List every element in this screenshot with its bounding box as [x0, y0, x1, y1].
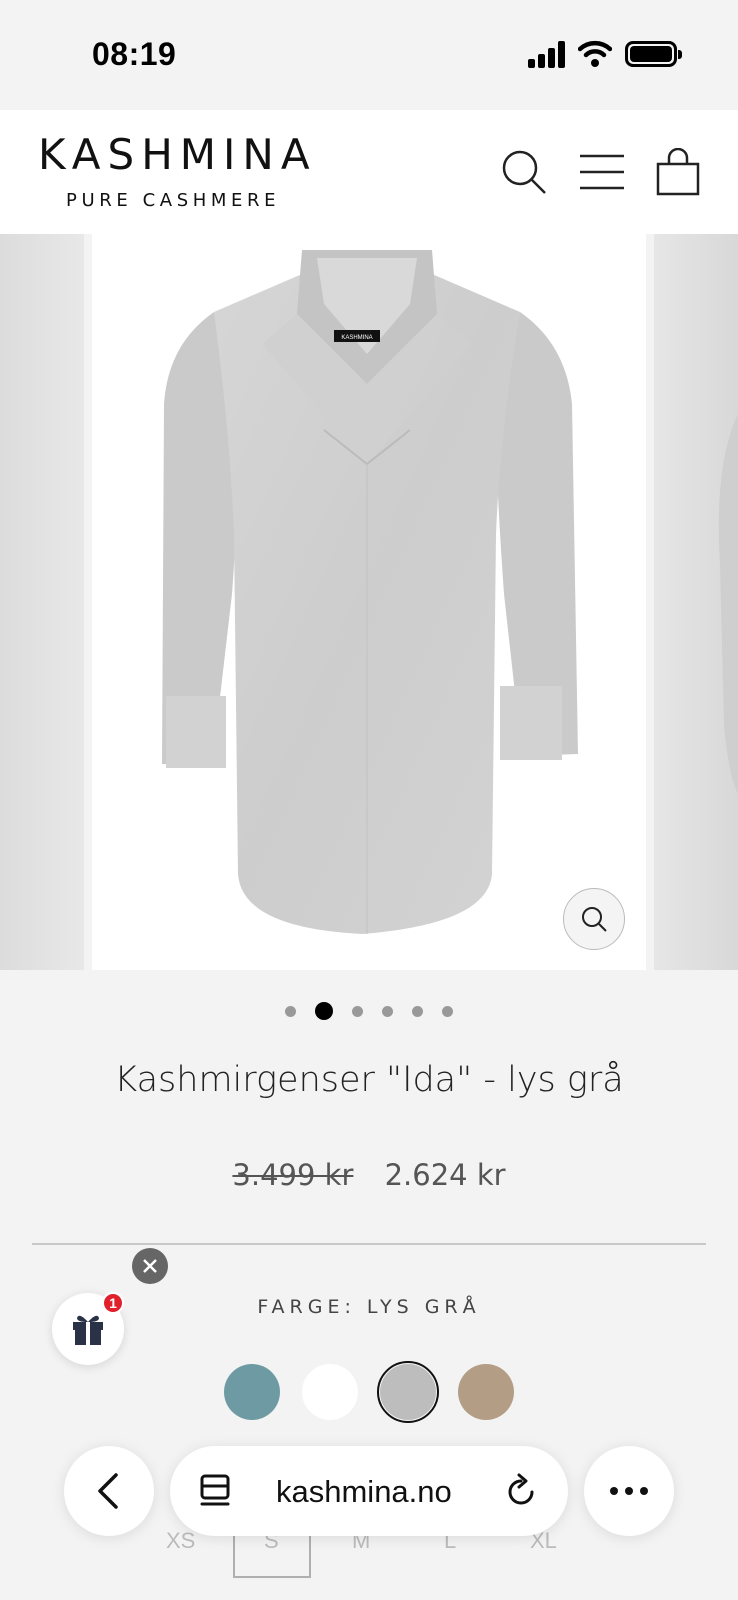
carousel-dot[interactable] [382, 1005, 393, 1017]
carousel-indicator[interactable] [0, 1000, 738, 1022]
url-text[interactable]: kashmina.no [276, 1474, 452, 1510]
close-gift-button[interactable] [132, 1248, 168, 1284]
divider [32, 1243, 706, 1245]
swatch-light-grey[interactable] [377, 1361, 439, 1423]
product-image[interactable]: KASHMINA [92, 234, 646, 970]
original-price: 3.499 kr [232, 1158, 354, 1192]
address-bar[interactable]: kashmina.no [170, 1446, 568, 1536]
brand-tagline: PURE CASHMERE [66, 190, 281, 211]
chevron-left-icon [98, 1473, 118, 1509]
close-icon [143, 1259, 157, 1273]
sweater-illustration: KASHMINA [162, 250, 578, 934]
shopping-bag-icon[interactable] [654, 148, 702, 196]
next-slide[interactable] [654, 234, 738, 970]
back-button[interactable] [64, 1446, 154, 1536]
page-menu-icon[interactable] [198, 1472, 234, 1510]
site-header: KASHMINA PURE CASHMERE [0, 110, 738, 234]
size-option[interactable]: XS [166, 1528, 195, 1554]
carousel-dot-active[interactable] [315, 1002, 333, 1020]
product-gallery[interactable]: KASHMINA [0, 234, 738, 970]
zoom-button[interactable] [563, 888, 625, 950]
sale-price: 2.624 kr [384, 1158, 506, 1192]
status-time: 08:19 [92, 36, 177, 72]
more-button[interactable] [584, 1446, 674, 1536]
swatch-white[interactable] [299, 1361, 361, 1423]
previous-slide[interactable] [0, 234, 84, 970]
price-row: 3.499 kr 2.624 kr [0, 1158, 738, 1192]
swatch-teal[interactable] [221, 1361, 283, 1423]
zoom-icon [582, 907, 607, 932]
swatch-color [302, 1364, 358, 1420]
status-bar: 08:19 [0, 0, 738, 110]
menu-icon[interactable] [578, 148, 626, 196]
more-dot [640, 1487, 648, 1495]
search-icon[interactable] [500, 148, 548, 196]
garment-label: KASHMINA [341, 335, 372, 341]
reload-icon[interactable] [502, 1472, 540, 1510]
sweater-edge-image [718, 414, 738, 794]
brand-logo[interactable]: KASHMINA [38, 130, 317, 179]
wifi-icon [578, 40, 612, 67]
color-swatches [0, 1361, 738, 1423]
swatch-color [458, 1364, 514, 1420]
cellular-signal-icon [528, 40, 566, 68]
battery-icon [625, 41, 682, 67]
carousel-dot[interactable] [285, 1005, 296, 1017]
more-dot [610, 1487, 618, 1495]
swatch-beige[interactable] [455, 1361, 517, 1423]
carousel-dot[interactable] [412, 1005, 423, 1017]
product-title: Kashmirgenser "Ida" - lys grå [114, 1060, 624, 1100]
color-label: FARGE: LYS GRÅ [257, 1296, 481, 1318]
carousel-dot[interactable] [442, 1005, 453, 1017]
swatch-color [380, 1364, 436, 1420]
more-dot [625, 1487, 633, 1495]
carousel-dot[interactable] [352, 1005, 363, 1017]
swatch-color [224, 1364, 280, 1420]
